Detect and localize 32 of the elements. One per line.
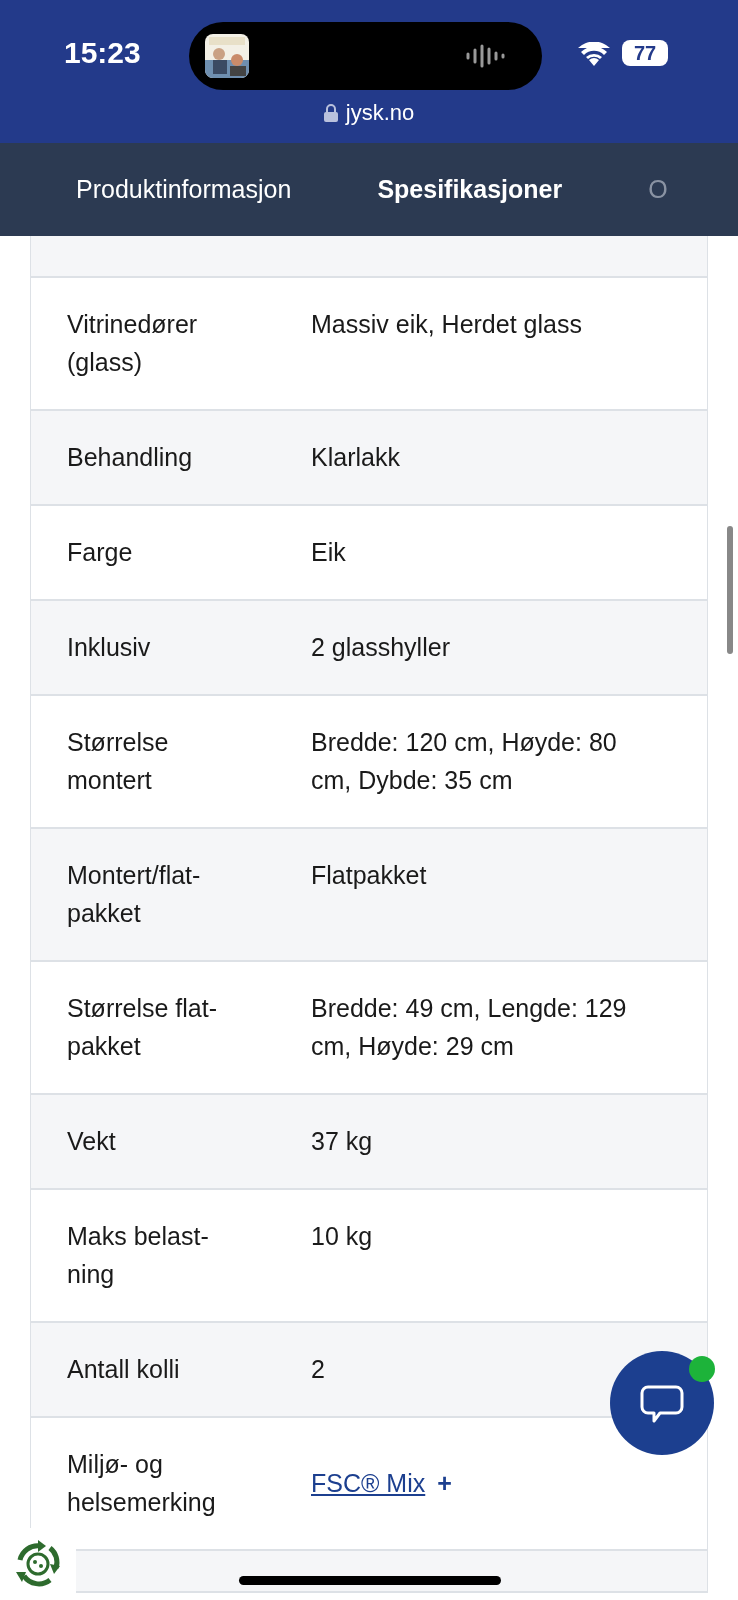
spec-value: Flatpakket (311, 860, 428, 891)
spec-label: Antall kolli (67, 1354, 181, 1385)
url-text: jysk.no (345, 100, 415, 126)
spec-label: Behandling (67, 442, 194, 473)
spec-value: 2 (311, 1354, 326, 1385)
spec-value: Bredde: 120 cm, Høyde: 80 cm, Dybde: 35 cm (311, 727, 618, 796)
spec-label: Vitrinedører (glass) (67, 309, 199, 378)
wifi-icon (578, 42, 610, 66)
spec-value: Eik (311, 537, 347, 568)
spec-value: Bredde: 49 cm, Lengde: 129 cm, Høyde: 29 cm (311, 993, 628, 1062)
spec-label: Vekt (67, 1126, 117, 1157)
spec-label: Størrelse montert (67, 727, 170, 796)
spec-label: Miljø- og helsemerking (67, 1449, 217, 1518)
battery-level: 77 (622, 40, 668, 66)
spec-label: Farge (67, 537, 134, 568)
tab[interactable]: O (648, 175, 668, 204)
certification-link[interactable]: FSC® Mix (311, 1464, 426, 1502)
spec-value: Klarlakk (311, 442, 401, 473)
tab[interactable]: Spesifikasjoner (377, 175, 563, 204)
lock-icon (323, 104, 338, 122)
spec-label: Montert/flat-pakket (67, 860, 202, 929)
spec-value: 10 kg (311, 1221, 374, 1252)
tab[interactable]: Produktinformasjon (76, 175, 292, 204)
spec-value: Massiv eik, Herdet glass (311, 309, 583, 340)
spec-label: Inklusiv (67, 632, 152, 663)
expand-plus[interactable]: + (437, 1464, 452, 1502)
spec-value: 37 kg (311, 1126, 374, 1157)
spec-label: Maks belast-ning (67, 1221, 210, 1290)
spec-value: 2 glasshyller (311, 632, 451, 663)
waveform-icon (466, 44, 506, 68)
status-time: 15:23 (64, 36, 141, 70)
spec-label: Størrelse flat-pakket (67, 993, 219, 1062)
